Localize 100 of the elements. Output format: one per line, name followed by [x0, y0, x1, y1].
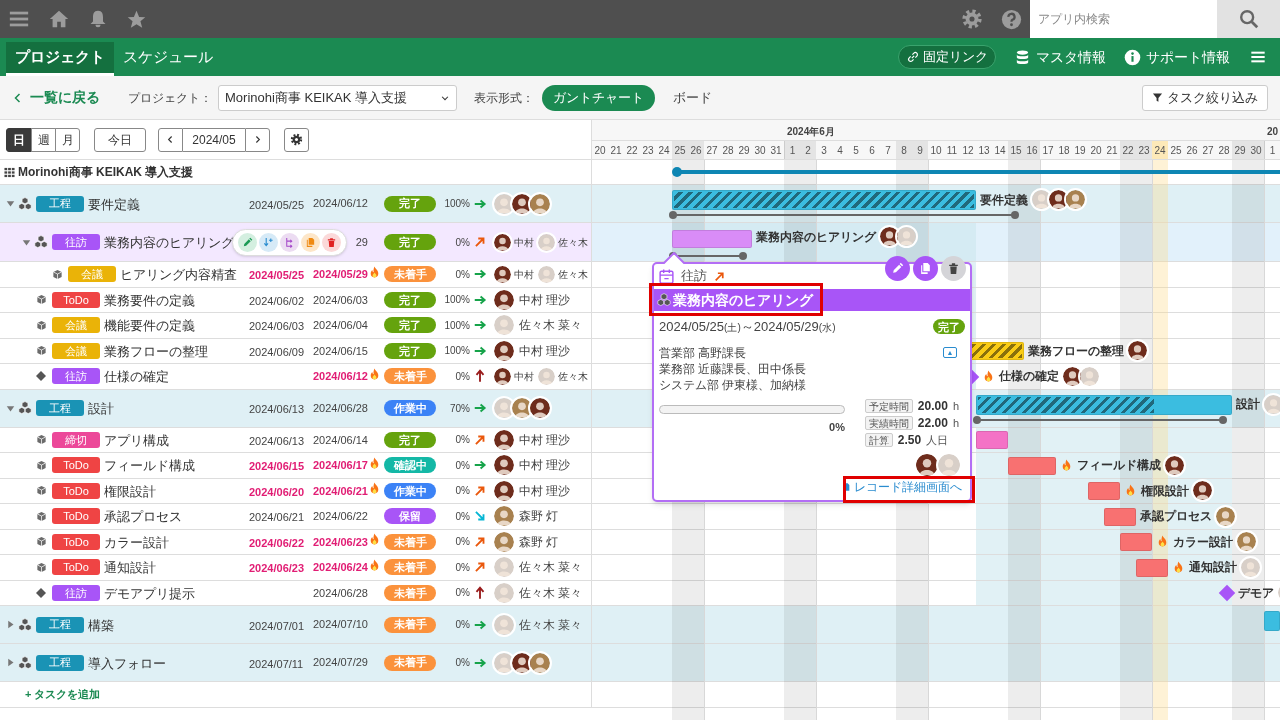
category-tag: 工程: [36, 616, 84, 633]
day-label: 18: [1057, 143, 1071, 158]
stat-label: 計算: [864, 433, 893, 447]
assignee-name: 中村 理沙: [519, 431, 571, 449]
settings-button[interactable]: [284, 127, 309, 152]
nav-tab[interactable]: プロジェクト: [6, 42, 114, 76]
day-label: 23: [641, 143, 655, 158]
nav-link[interactable]: マスタ情報: [1014, 46, 1106, 68]
bell-icon[interactable]: [88, 9, 108, 29]
stat-label: 実績時間: [864, 416, 913, 430]
add-child-button[interactable]: [259, 233, 278, 252]
expand-triangle-icon[interactable]: [6, 620, 15, 629]
status-badge: 未着手: [384, 654, 436, 671]
status-badge: 未着手: [384, 266, 436, 283]
add-task-link[interactable]: + タスクを追加: [25, 686, 101, 703]
progress-percent: 0%: [455, 433, 470, 448]
end-date: 2024/06/03: [312, 292, 368, 308]
period-field[interactable]: 2024/05: [183, 127, 245, 152]
scale-toggle[interactable]: 週: [31, 127, 56, 152]
nav-link[interactable]: サポート情報: [1124, 46, 1230, 68]
today-button[interactable]: 今日: [94, 127, 146, 152]
category-tag: 会議: [52, 342, 100, 359]
start-date: 2024/06/22: [249, 536, 305, 549]
select-value: Morinohi商事 KEIKAK 導入支援: [225, 88, 409, 107]
table-row[interactable]: 工程 導入フォロー 2024/07/11 2024/07/29 未着手 0%: [0, 644, 592, 681]
previous-button[interactable]: [158, 127, 183, 152]
project-select[interactable]: Morinohi商事 KEIKAK 導入支援: [218, 84, 457, 111]
document-icon: [843, 482, 851, 492]
collapse-triangle-icon[interactable]: [6, 199, 15, 208]
end-date: 2024/06/14: [312, 432, 368, 448]
assignee-name: 中村 理沙: [519, 291, 571, 309]
copy-button[interactable]: [913, 256, 938, 281]
day-label: 3: [820, 143, 828, 158]
assignee-name: 中村 理沙: [519, 342, 571, 360]
end-date: 2024/06/28: [312, 400, 368, 416]
stat-value: 2.50: [897, 432, 922, 449]
progress-percent: 0%: [455, 618, 470, 632]
end-date: 2024/06/23: [312, 534, 368, 550]
status-badge: 完了: [384, 195, 436, 212]
bar-label: 設計: [1236, 396, 1260, 413]
table-row[interactable]: 工程 構築 2024/07/01 2024/07/10 未着手 0% 佐々木 菜々: [0, 606, 592, 643]
settings-icon[interactable]: [961, 8, 983, 30]
assignee-name: 中村 理沙: [519, 482, 571, 500]
nav-tab[interactable]: スケジュール: [114, 42, 222, 76]
day-label: 27: [705, 143, 719, 158]
fire-icon: [368, 557, 381, 573]
edit-button[interactable]: [238, 233, 257, 252]
scale-toggle[interactable]: 日: [6, 127, 32, 152]
help-icon[interactable]: [1001, 8, 1022, 30]
collapse-triangle-icon[interactable]: [22, 237, 31, 247]
table-row[interactable]: 工程 設計 2024/06/13 2024/06/28 作業中 70%: [0, 389, 592, 427]
cube-icon: [35, 561, 47, 573]
assignee-name: 佐々木 菜々: [519, 317, 583, 335]
day-label: 29: [1232, 141, 1248, 159]
task-name: 通知設計: [104, 560, 156, 576]
cube-icon: [35, 294, 47, 306]
star-icon[interactable]: [126, 8, 147, 30]
day-label: 16: [1024, 141, 1040, 159]
search-field[interactable]: アプリ内検索: [1030, 0, 1217, 38]
cubes-icon: [34, 235, 48, 249]
collapse-triangle-icon[interactable]: [6, 403, 15, 413]
assignee-name: 佐々木 菜々: [519, 616, 583, 634]
start-date: 2024/07/11: [249, 657, 304, 670]
menu-icon[interactable]: [1250, 49, 1266, 65]
stat-label: 予定時間: [864, 399, 913, 413]
progress-percent: 0%: [455, 560, 470, 575]
start-date: 2024/05/25: [249, 198, 305, 211]
bar-label: デモア: [1238, 584, 1274, 602]
copy-button[interactable]: [301, 233, 320, 252]
delete-button[interactable]: [322, 233, 341, 252]
edit-button[interactable]: [885, 256, 910, 281]
task-name: 要件定義: [88, 196, 140, 212]
status-badge: 未着手: [384, 584, 436, 601]
scale-toggle[interactable]: 月: [55, 127, 80, 152]
calendar-icon: [658, 267, 675, 285]
status-badge: 保留: [384, 508, 436, 525]
branch-button[interactable]: [280, 233, 299, 252]
view-toggle[interactable]: ボード: [663, 84, 722, 111]
task-name: ヒアリング内容精査: [120, 267, 237, 283]
back-link[interactable]: 一覧に戻る: [12, 87, 100, 108]
start-date: 2024/06/20: [249, 485, 305, 498]
day-label: 17: [1041, 143, 1055, 158]
home-icon[interactable]: [48, 8, 70, 30]
table-row[interactable]: 往訪 業務内容のヒアリング 29 完了 0% 中村 佐々木: [0, 223, 592, 261]
day-label: 9: [912, 141, 928, 159]
view-toggle[interactable]: ガントチャート: [542, 84, 655, 111]
next-button[interactable]: [245, 127, 270, 152]
search-button[interactable]: [1217, 0, 1280, 38]
bar-label: 承認プロセス: [1140, 508, 1212, 526]
expand-triangle-icon[interactable]: [6, 658, 15, 667]
assignee-name: 中村 理沙: [519, 457, 571, 475]
task-name: 仕様の確定: [104, 369, 169, 385]
day-label: 20: [1089, 143, 1103, 158]
assignee-name: 森野 灯: [519, 508, 559, 526]
table-row[interactable]: 工程 要件定義 2024/05/25 2024/06/12 完了 100%: [0, 185, 592, 222]
record-link[interactable]: レコード詳細画面へ: [843, 478, 962, 496]
progress-percent: 70%: [450, 401, 470, 416]
filter-button[interactable]: タスク絞り込み: [1142, 84, 1268, 111]
fire-icon: [368, 455, 381, 471]
delete-button[interactable]: [941, 256, 966, 281]
